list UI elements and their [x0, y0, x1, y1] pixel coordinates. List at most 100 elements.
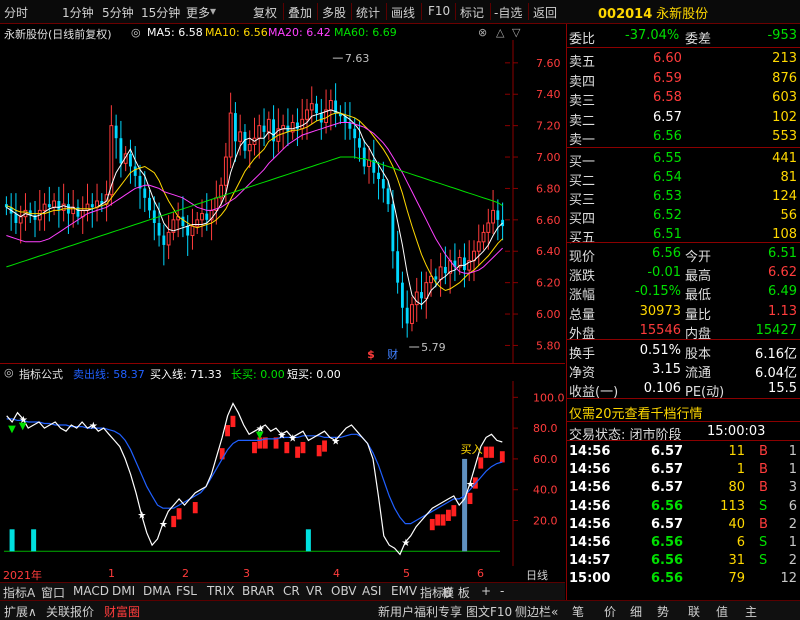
indicator-tab[interactable]: 指标A: [3, 584, 35, 601]
indicator-tab[interactable]: 模 板: [442, 584, 470, 601]
chart-up-icon[interactable]: △: [496, 26, 504, 39]
signal-bar: [478, 457, 484, 469]
indicator-tab[interactable]: -: [500, 584, 504, 598]
bid-price: 6.54: [653, 170, 682, 185]
ask-row: 卖四 6.59 876: [567, 69, 800, 90]
tab-more[interactable]: 更多: [186, 4, 210, 21]
tick-volume: 40: [728, 516, 745, 532]
y-tick-label: 7.60: [536, 57, 561, 70]
ask-label: 卖三: [569, 94, 596, 109]
f10-graphic-button[interactable]: 图文F10: [466, 603, 512, 620]
side-tab-jia[interactable]: 价: [604, 603, 616, 620]
stat-label: 涨幅: [569, 288, 596, 304]
indicator-tab[interactable]: CR: [283, 584, 300, 598]
side-tab-bi[interactable]: 笔: [572, 603, 584, 620]
candle-body: [328, 100, 333, 111]
fuquan-button[interactable]: 复权: [253, 4, 277, 21]
candle-body: [266, 118, 271, 133]
bid-row: 买三 6.53 124: [567, 187, 800, 208]
tick-count: 1: [788, 444, 797, 459]
back-button[interactable]: 返回: [533, 4, 557, 21]
dividend-marker[interactable]: $: [367, 348, 375, 361]
stats-button[interactable]: 统计: [356, 4, 380, 21]
f10-button[interactable]: F10: [428, 4, 450, 18]
tab-1min[interactable]: 1分钟: [62, 4, 94, 21]
tick-side: B: [759, 480, 768, 496]
fundamental-row: 收益(一) 0.106 PE(动) 15.5: [567, 379, 800, 400]
candle-body: [85, 203, 90, 211]
finance-marker[interactable]: 财: [387, 347, 398, 361]
side-tab-zhu[interactable]: 主: [745, 603, 757, 620]
side-tab-xi[interactable]: 细: [630, 603, 642, 620]
overlay-button[interactable]: 叠加: [288, 4, 312, 21]
candle-body: [129, 153, 132, 167]
promo-row[interactable]: 仅需20元查看千档行情: [567, 401, 800, 422]
bid-price: 6.55: [653, 151, 682, 166]
indicator-tab[interactable]: EMV: [391, 584, 417, 598]
indicator-tab[interactable]: OBV: [331, 584, 357, 598]
candlestick-chart[interactable]: 5.80 6.00 6.20 6.40 6.60 6.80 7.00 7.20 7.40 7.60…: [0, 40, 565, 363]
promo-text[interactable]: 仅需20元查看千档行情: [569, 403, 703, 422]
side-tab-zhi[interactable]: 值: [716, 603, 728, 620]
stat-label: 今开: [685, 250, 712, 265]
self-select-button[interactable]: -自选: [494, 4, 522, 21]
bid-volume: 124: [772, 189, 797, 204]
indicator-tab[interactable]: +: [481, 584, 491, 598]
period-label[interactable]: 日线: [526, 567, 548, 583]
tick-time: 14:56: [569, 480, 611, 496]
indicator-name: 指标公式: [19, 368, 63, 381]
stat-row: 涨幅 -0.15% 最低 6.49: [567, 282, 800, 304]
fundamental-row: 净资 3.15 流通 6.04亿: [567, 360, 800, 381]
signal-bar: [451, 505, 457, 517]
new-user-promo[interactable]: 新用户福利专享: [378, 603, 462, 620]
chevron-down-icon[interactable]: ▾: [210, 4, 216, 18]
tick-time: 14:56: [569, 516, 611, 532]
wealth-circle-button[interactable]: 财富圈: [104, 603, 140, 620]
chart-settings-icon[interactable]: ◎: [131, 26, 141, 39]
indicator-tab[interactable]: TRIX: [207, 584, 234, 598]
mark-button[interactable]: 标记: [460, 4, 484, 21]
candle-body: [57, 201, 61, 211]
sidebar-toggle[interactable]: 侧边栏«: [515, 603, 558, 620]
candle-body: [90, 204, 94, 208]
chart-down-icon[interactable]: ▽: [512, 26, 520, 39]
chart-close-icon[interactable]: ⊗: [478, 26, 487, 39]
indicator-tab[interactable]: VR: [306, 584, 323, 598]
tick-side: B: [759, 462, 768, 478]
candle-body: [42, 203, 47, 211]
tab-fenshi[interactable]: 分时: [4, 4, 28, 21]
candle-body: [438, 266, 443, 281]
indicator-tab[interactable]: FSL: [176, 584, 197, 598]
bid-price: 6.51: [653, 227, 682, 242]
x-tick-month-2: 2: [182, 567, 189, 580]
tab-5min[interactable]: 5分钟: [102, 4, 134, 21]
draw-line-button[interactable]: 画线: [391, 4, 415, 21]
y-tick-label: 7.40: [536, 88, 561, 101]
side-tab-shi[interactable]: 势: [657, 603, 669, 620]
ask-volume: 102: [772, 109, 797, 125]
indicator-chart[interactable]: ★★★★★★ ★ ★★★▼ ▼▼ 20.040.060.080.0100.0 买入: [0, 381, 565, 566]
tick-time: 14:56: [569, 498, 611, 514]
indicator-tab[interactable]: MACD: [73, 584, 109, 598]
related-quote-button[interactable]: 关联报价: [46, 603, 94, 620]
tab-15min[interactable]: 15分钟: [141, 4, 180, 21]
tick-count: 6: [788, 498, 797, 514]
ask-row: 卖二 6.57 102: [567, 108, 800, 129]
multi-stock-button[interactable]: 多股: [322, 4, 346, 21]
indicator-tab[interactable]: DMA: [143, 584, 171, 598]
indicator-tab[interactable]: 窗口: [41, 584, 65, 601]
side-tab-lian[interactable]: 联: [688, 603, 700, 620]
expand-button[interactable]: 扩展∧: [4, 603, 37, 620]
indicator-tab[interactable]: DMI: [112, 584, 135, 598]
indicator-collapse-icon[interactable]: ◎: [4, 366, 14, 379]
tick-volume: 79: [728, 571, 745, 587]
indicator-tab[interactable]: ASI: [362, 584, 381, 598]
signal-bar: [467, 492, 473, 505]
candle-body: [305, 109, 309, 120]
indicator-tab[interactable]: BRAR: [242, 584, 275, 598]
long-buy-arrow: ▼: [8, 424, 16, 435]
tick-row: 14:56 6.57 40 B 2: [567, 515, 800, 534]
tick-price: 6.56: [651, 498, 684, 514]
y-tick-label: 7.20: [536, 120, 561, 133]
ask-price: 6.59: [653, 70, 682, 86]
